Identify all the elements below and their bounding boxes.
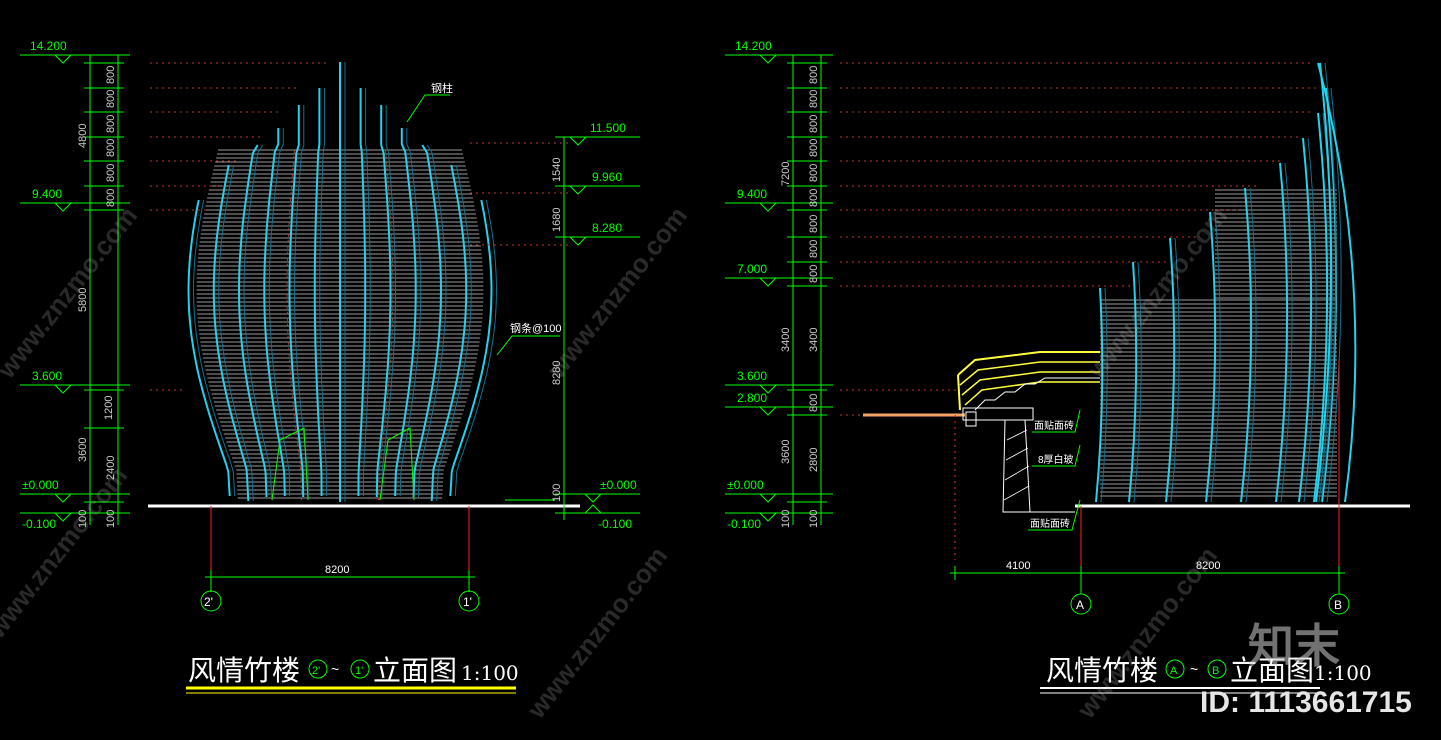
right-elev-0: ±0.000 [727, 478, 764, 492]
left-bamboo-pole-edge [436, 164, 472, 502]
right-dim-3600: 3600 [780, 440, 792, 464]
left-elev-0: ±0.000 [22, 478, 59, 492]
left-title-text: 风情竹楼 [188, 654, 300, 687]
right-title-tilde: ~ [1190, 661, 1198, 677]
right-idim-2800: 2800 [808, 448, 820, 472]
right-idim-100: 100 [808, 510, 820, 528]
left-title-scale: 1:100 [461, 661, 519, 685]
right-axis-a: A [1076, 598, 1084, 612]
right-dim-7200: 7200 [780, 162, 792, 186]
right-width-dim-left: 4100 [1006, 560, 1030, 572]
watermark-diag-1: www.znzmo.com [0, 201, 143, 385]
left-r-elev-0: ±0.000 [600, 478, 637, 492]
right-axis-b: B [1334, 598, 1342, 612]
left-r-elev-minus: -0.100 [598, 517, 632, 531]
right-callout-glass: 8厚白玻 [1038, 453, 1074, 466]
right-callout-tile-1: 面贴面砖 [1034, 419, 1074, 432]
left-dim-4800: 4800 [77, 124, 89, 148]
right-dim-100-a: 100 [780, 510, 792, 528]
right-bamboo-pole [1205, 211, 1217, 503]
watermark-diag-5: www.znzmo.com [1080, 201, 1233, 385]
left-bamboo-pole [187, 199, 231, 497]
left-r-elev-11500: 11.500 [590, 121, 626, 135]
right-elevation: 14.200 9.400 7.000 3.600 2.800 ±0.000 -0… [725, 39, 1410, 694]
left-elev-14200: 14.200 [30, 39, 67, 53]
left-callout-steel-column: 钢柱 [431, 81, 453, 95]
right-elev-minus: -0.100 [727, 517, 761, 531]
left-title-axis-from: 2' [312, 665, 320, 677]
right-bamboo-pole [1095, 287, 1104, 503]
left-dim-800-6: 800 [105, 189, 117, 207]
left-dim-800-3: 800 [105, 115, 117, 133]
right-axis-lines [950, 360, 1350, 615]
watermark-id: ID: 1113661715 [1200, 686, 1412, 719]
right-idim-9: 800 [808, 265, 820, 283]
left-bamboo-pole [313, 88, 323, 497]
cad-drawing-canvas: 14.200 9.400 3.600 ±0.000 -0.100 11.500 … [0, 39, 1412, 725]
left-bamboo-pole-edge [192, 199, 236, 497]
left-rdim-1680: 1680 [551, 208, 563, 232]
left-bamboo-pole-edge [218, 164, 254, 502]
left-rdim-100: 100 [551, 484, 563, 502]
left-dim-3600: 3600 [77, 438, 89, 462]
right-elev-9400: 9.400 [737, 187, 767, 201]
left-title-axis-to: 1' [355, 665, 363, 677]
left-dim-800-5: 800 [105, 164, 117, 182]
right-callout-tile-2: 面贴面砖 [1030, 517, 1070, 530]
right-idim-6: 800 [808, 189, 820, 207]
left-dim-800-1: 800 [105, 66, 117, 84]
left-axis-lines [200, 506, 480, 612]
left-bamboo-pole [357, 88, 367, 497]
left-bamboo-pole [263, 128, 286, 497]
right-dim-3400: 3400 [780, 328, 792, 352]
right-idim-800: 800 [808, 394, 820, 412]
left-bamboo-pole [394, 128, 417, 497]
left-elev-9400: 9.400 [32, 187, 62, 201]
left-title: 风情竹楼 2' ~ 1' 立面图 1:100 [186, 654, 519, 694]
right-bamboo-pole [1240, 187, 1253, 503]
znzmo-logo-icon: 知末 [1248, 619, 1340, 673]
left-width-dim: 8200 [325, 564, 349, 576]
watermark-layer: www.znzmo.com www.znzmo.com www.znzmo.co… [0, 201, 1412, 725]
watermark-logo: 知末 [1248, 619, 1340, 673]
left-bamboo-pole-edge [319, 88, 328, 497]
right-title-axis-from: A [1170, 665, 1178, 677]
left-dim-1200: 1200 [103, 396, 115, 420]
right-idim-5: 800 [808, 164, 820, 182]
left-dim-800-2: 800 [105, 90, 117, 108]
left-r-elev-9960: 9.960 [592, 170, 622, 184]
left-title-tilde: ~ [331, 661, 339, 677]
left-axis-2: 2' [204, 595, 213, 609]
right-idim-2: 800 [808, 90, 820, 108]
left-bamboo-pole [449, 199, 493, 497]
left-elev-minus: -0.100 [22, 517, 56, 531]
right-elev-14200: 14.200 [735, 39, 772, 53]
left-axis-1: 1' [463, 595, 472, 609]
right-idim-4: 800 [808, 139, 820, 157]
left-r-elev-8280: 8.280 [592, 221, 622, 235]
left-elev-3600: 3.600 [32, 369, 62, 383]
right-idim-8: 800 [808, 240, 820, 258]
right-idim-3400: 3400 [808, 328, 820, 352]
left-title-suffix: 立面图 [373, 654, 457, 687]
left-rdim-1540: 1540 [551, 158, 563, 182]
watermark-diag-4: www.znzmo.com [520, 541, 673, 725]
right-elev-7000: 7.000 [737, 262, 767, 276]
right-elev-3600: 3.600 [737, 369, 767, 383]
watermark-diag-2: www.znzmo.com [0, 461, 133, 645]
right-idim-1: 800 [808, 66, 820, 84]
right-title-axis-to: B [1212, 665, 1219, 677]
right-idim-7: 800 [808, 215, 820, 233]
right-elev-2800: 2.800 [737, 391, 767, 405]
left-callout-steel-strip: 钢条@100 [510, 321, 562, 335]
left-dim-800-4: 800 [105, 139, 117, 157]
right-idim-3: 800 [808, 115, 820, 133]
